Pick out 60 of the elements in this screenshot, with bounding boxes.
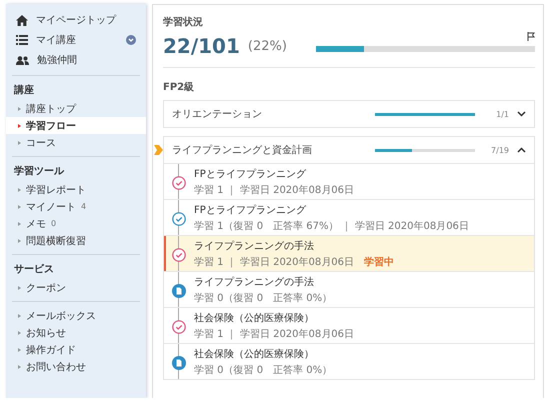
lesson-title[interactable]: 社会保険（公的医療保険） (194, 346, 332, 360)
nav-label: マイ講座 (36, 34, 77, 47)
lesson-meta: 学習 1 ｜ 学習日 2020年08月06日 (194, 328, 354, 340)
section-heading: サービス (13, 262, 55, 277)
current-marker (164, 236, 166, 271)
lesson-title[interactable]: ライフプランニングの手法 (194, 238, 394, 252)
list-icon (16, 35, 28, 45)
status-tag: 学習中 (364, 254, 394, 268)
nav-link[interactable]: お問い合わせ (6, 358, 146, 375)
home-icon (16, 14, 28, 26)
nav-link[interactable]: コース (6, 134, 146, 151)
lesson-row[interactable]: ライフプランニングの手法 学習 0（復習 0 正答率 0%） (164, 271, 534, 307)
course-name: FP2級 (163, 81, 196, 94)
section-heading: 講座 (12, 83, 35, 98)
lesson-meta: 学習 1 ｜ 学習日 2020年08月06日 (194, 184, 354, 196)
check-circle-icon (172, 248, 186, 262)
check-circle-icon (172, 176, 186, 190)
lesson-row[interactable]: FPとライフプランニング 学習 1 ｜ 学習日 2020年08月06日 (164, 163, 534, 199)
nav-label: 勉強仲間 (37, 54, 78, 67)
nav-link[interactable]: マイノート 4 (6, 198, 146, 215)
lesson-meta: 学習 0（復習 0 正答率 0%） (194, 364, 332, 376)
nav-link[interactable]: お知らせ (6, 324, 146, 341)
nav-link[interactable]: 問題横断復習 (6, 232, 146, 249)
section-heading: 学習状況 (163, 16, 204, 29)
nav-label: マイページトップ (36, 14, 118, 27)
lesson-title[interactable]: FPとライフプランニング (194, 202, 469, 216)
lesson-meta: 学習 1 ｜ 学習日 2020年08月06日 (194, 256, 354, 268)
nav-item[interactable]: マイページトップ (6, 10, 146, 30)
lesson-row[interactable]: 社会保険（公的医療保険） 学習 0（復習 0 正答率 0%） (164, 343, 534, 379)
check-circle-icon (172, 320, 186, 334)
nav-link[interactable]: 操作ガイド (6, 341, 146, 358)
people-icon (16, 56, 29, 64)
unit-count: 1/1 (495, 110, 509, 118)
unit-count: 7/19 (490, 146, 509, 154)
nav-item[interactable]: マイ講座 (6, 30, 146, 50)
lesson-row[interactable]: ライフプランニングの手法 学習 1 ｜ 学習日 2020年08月06日 学習中 (164, 235, 534, 271)
nav-link[interactable]: 学習フロー (6, 117, 146, 134)
flag-icon (527, 32, 535, 41)
section-heading: 学習ツール (13, 164, 66, 179)
document-icon (172, 356, 186, 370)
nav-item[interactable]: 勉強仲間 (6, 50, 146, 70)
chevron-up-icon[interactable] (517, 147, 526, 153)
nav-link[interactable]: メールボックス (6, 307, 146, 324)
nav-link[interactable]: 講座トップ (6, 100, 146, 117)
document-icon (172, 284, 186, 298)
nav-link[interactable]: メモ 0 (6, 215, 146, 232)
lesson-row[interactable]: 社会保険（公的医療保険） 学習 1 ｜ 学習日 2020年08月06日 (164, 307, 534, 343)
lesson-title[interactable]: 社会保険（公的医療保険） (194, 310, 354, 324)
lesson-title[interactable]: FPとライフプランニング (194, 166, 354, 180)
nav-link[interactable]: 学習レポート (6, 181, 146, 198)
lesson-meta: 学習 1（復習 0 正答率 67%） ｜ 学習日 2020年08月06日 (194, 220, 469, 232)
progress-count: 22/101 (163, 35, 240, 57)
nav-link[interactable]: クーポン (6, 279, 146, 296)
unit-title[interactable]: ライフプランニングと資金計画 (172, 143, 367, 157)
lesson-title[interactable]: ライフプランニングの手法 (194, 274, 332, 288)
unit-title[interactable]: オリエンテーション (172, 107, 367, 121)
lesson-meta: 学習 0（復習 0 正答率 0%） (194, 292, 332, 304)
chevron-down-icon[interactable] (517, 111, 526, 117)
check-circle-icon (172, 212, 186, 226)
progress-percent: (22%) (248, 38, 288, 56)
